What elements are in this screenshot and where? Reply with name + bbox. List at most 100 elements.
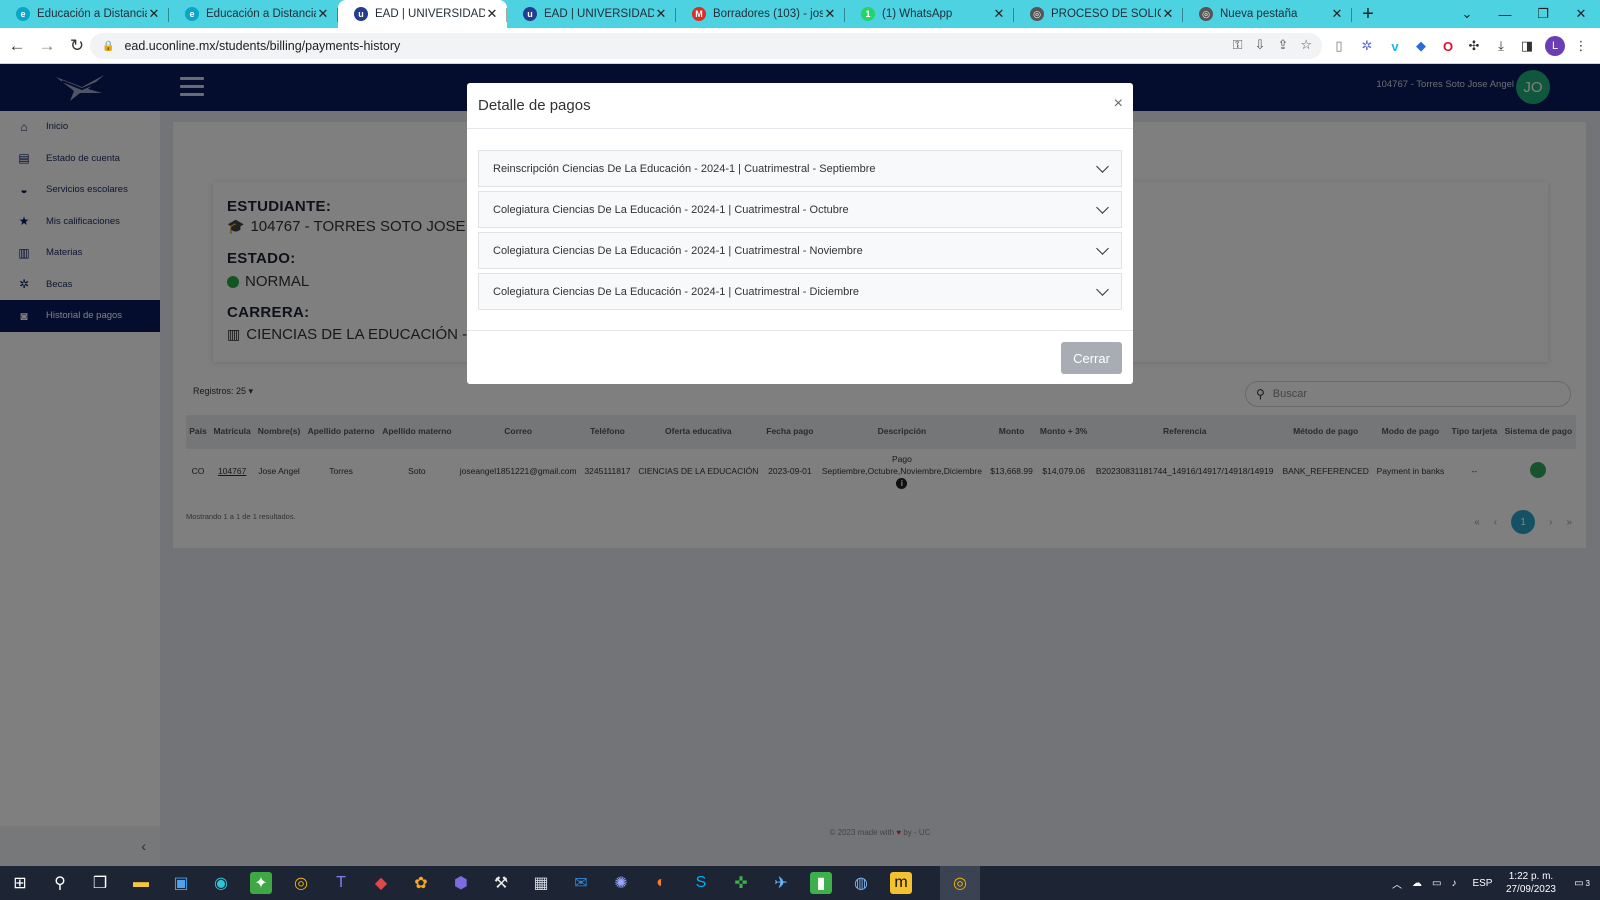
- cloud-icon[interactable]: ☁: [1412, 878, 1422, 889]
- butterfly-app-icon[interactable]: ✿: [410, 872, 432, 894]
- file-explorer-icon[interactable]: ▬: [130, 872, 152, 894]
- tab-close-icon[interactable]: ✕: [316, 6, 330, 22]
- tab-label: Educación a Distancia - Ur: [37, 8, 147, 20]
- browser-tab[interactable]: u EAD | UNIVERSIDAD CUA✕: [507, 0, 676, 28]
- browser-menu-icon[interactable]: ⋮: [1572, 37, 1590, 55]
- accordion-item[interactable]: Reinscripción Ciencias De La Educación -…: [478, 150, 1122, 187]
- forward-icon[interactable]: →: [34, 33, 60, 59]
- extensions-puzzle-icon[interactable]: ✣: [1465, 37, 1483, 55]
- app-hexagon-icon[interactable]: ⬢: [450, 872, 472, 894]
- opera-extension-icon[interactable]: O: [1439, 37, 1457, 55]
- modal-header: Detalle de pagos ×: [467, 83, 1133, 129]
- windows-start-icon[interactable]: ⊞: [9, 872, 31, 894]
- app-globe-icon[interactable]: ✜: [730, 872, 752, 894]
- browser-tab[interactable]: M Borradores (103) - josean✕: [676, 0, 845, 28]
- tab-close-icon[interactable]: ✕: [485, 6, 499, 22]
- task-view-icon[interactable]: ❒: [89, 872, 111, 894]
- chevron-down-icon[interactable]: [1096, 201, 1109, 214]
- firefox-icon[interactable]: ◐: [650, 872, 672, 894]
- maximize-button[interactable]: ❐: [1524, 0, 1562, 28]
- install-icon[interactable]: ⇩: [1255, 37, 1266, 53]
- browser-tab[interactable]: u EAD | UNIVERSIDAD CUA✕: [338, 0, 507, 28]
- url-bar[interactable]: 🔒 ead.uconline.mx/students/billing/payme…: [90, 33, 1322, 59]
- notifications-button[interactable]: ▭ 3: [1574, 866, 1590, 900]
- tray-expand-icon[interactable]: ︿: [1392, 876, 1402, 891]
- tab-favicon-icon: ◎: [1199, 7, 1213, 21]
- office-icon[interactable]: ◆: [370, 872, 392, 894]
- browser-tab[interactable]: ◎ Nueva pestaña ✕: [1183, 0, 1352, 28]
- app-chart-icon[interactable]: ▮: [810, 872, 832, 894]
- tab-close-icon[interactable]: ✕: [147, 6, 161, 22]
- windows-taskbar: ⊞ ⚲ ❒ ▬ ▣ ◉ ✦ ◎ T ◆ ✿ ⬢ ⚒ ▦ ✉ ✺ ◐ S ✜ ✈ …: [0, 866, 1600, 900]
- chevron-down-icon[interactable]: [1096, 160, 1109, 173]
- modal-close-icon[interactable]: ×: [1114, 95, 1123, 113]
- tab-search-icon[interactable]: ⌄: [1448, 0, 1486, 28]
- tab-favicon-icon: e: [185, 7, 199, 21]
- app-earth-icon[interactable]: ◍: [850, 872, 872, 894]
- chevron-down-icon[interactable]: [1096, 242, 1109, 255]
- tab-close-icon[interactable]: ✕: [1330, 6, 1344, 22]
- tab-favicon-icon: M: [692, 7, 706, 21]
- tab-close-icon[interactable]: ✕: [1161, 6, 1175, 22]
- calculator-icon[interactable]: ▦: [530, 872, 552, 894]
- clock[interactable]: 1:22 p. m. 27/09/2023: [1506, 870, 1556, 896]
- chevron-down-icon[interactable]: [1096, 283, 1109, 296]
- mail-icon[interactable]: ✉: [570, 872, 592, 894]
- tab-favicon-icon: u: [354, 7, 368, 21]
- edge-icon[interactable]: ◉: [210, 872, 232, 894]
- volume-icon[interactable]: ♪: [1451, 878, 1456, 889]
- accordion-item[interactable]: Colegiatura Ciencias De La Educación - 2…: [478, 232, 1122, 269]
- window-close-button[interactable]: ✕: [1562, 0, 1600, 28]
- tab-close-icon[interactable]: ✕: [992, 6, 1006, 22]
- app-bird-icon[interactable]: ✈: [770, 872, 792, 894]
- browser-tab[interactable]: e Educación a Distancia - Ur✕: [169, 0, 338, 28]
- modal-title: Detalle de pagos: [478, 97, 591, 114]
- network-icon[interactable]: ▭: [1432, 878, 1441, 889]
- accordion-item-label: Colegiatura Ciencias De La Educación - 2…: [493, 285, 860, 298]
- close-button[interactable]: Cerrar: [1061, 342, 1122, 374]
- accordion-item[interactable]: Colegiatura Ciencias De La Educación - 2…: [478, 273, 1122, 310]
- tab-favicon-icon: 1: [861, 7, 875, 21]
- app-m-icon[interactable]: m: [890, 872, 912, 894]
- system-tray: ︿ ☁ ▭ ♪ ESP: [1392, 866, 1492, 900]
- accordion-item[interactable]: Colegiatura Ciencias De La Educación - 2…: [478, 191, 1122, 228]
- tab-label: EAD | UNIVERSIDAD CUA: [544, 8, 654, 20]
- new-tab-button[interactable]: +: [1352, 0, 1384, 28]
- tab-label: Educación a Distancia - Ur: [206, 8, 316, 20]
- vimeo-extension-icon[interactable]: v: [1386, 37, 1404, 55]
- minimize-button[interactable]: —: [1486, 0, 1524, 28]
- app-flower-icon[interactable]: ✺: [610, 872, 632, 894]
- language-indicator[interactable]: ESP: [1472, 878, 1492, 889]
- app-tool-icon[interactable]: ⚒: [490, 872, 512, 894]
- teams-icon[interactable]: T: [330, 872, 352, 894]
- side-panel-icon[interactable]: ◨: [1518, 37, 1536, 55]
- reload-icon[interactable]: ↻: [64, 33, 90, 59]
- clock-date: 27/09/2023: [1505, 884, 1556, 895]
- browser-tab[interactable]: ◎ PROCESO DE SOLICITUD✕: [1014, 0, 1183, 28]
- browser-tab[interactable]: 1 (1) WhatsApp ✕: [845, 0, 1014, 28]
- bookmark-star-icon[interactable]: ☆: [1300, 37, 1312, 53]
- reader-icon[interactable]: ▯: [1330, 37, 1348, 55]
- extension-cap-icon[interactable]: ◆: [1412, 37, 1430, 55]
- browser-tab[interactable]: e Educación a Distancia - Ur✕: [0, 0, 169, 28]
- taskbar-search-icon[interactable]: ⚲: [49, 872, 71, 894]
- accordion-item-label: Colegiatura Ciencias De La Educación - 2…: [493, 244, 863, 257]
- modal-footer: Cerrar: [467, 330, 1133, 384]
- skype-icon[interactable]: S: [690, 872, 712, 894]
- profile-avatar[interactable]: L: [1545, 36, 1565, 56]
- chrome-icon[interactable]: ◎: [290, 872, 312, 894]
- tab-label: EAD | UNIVERSIDAD CUA: [375, 8, 485, 20]
- share-icon[interactable]: ⇪: [1277, 37, 1288, 53]
- tab-close-icon[interactable]: ✕: [654, 6, 668, 22]
- notification-icon: ▭: [1574, 877, 1584, 889]
- downloads-icon[interactable]: ⤓: [1492, 37, 1510, 55]
- store-icon[interactable]: ▣: [170, 872, 192, 894]
- chrome-active-icon[interactable]: ◎: [949, 872, 971, 894]
- tab-close-icon[interactable]: ✕: [823, 6, 837, 22]
- key-icon[interactable]: ⚿: [1233, 37, 1243, 53]
- extension-snowflake-icon[interactable]: ✲: [1358, 37, 1376, 55]
- app-green-icon[interactable]: ✦: [250, 872, 272, 894]
- browser-tab-bar: eEducación a Distancia - Ur✕eEducación a…: [0, 0, 1600, 28]
- back-icon[interactable]: ←: [4, 33, 30, 59]
- tab-favicon-icon: ◎: [1030, 7, 1044, 21]
